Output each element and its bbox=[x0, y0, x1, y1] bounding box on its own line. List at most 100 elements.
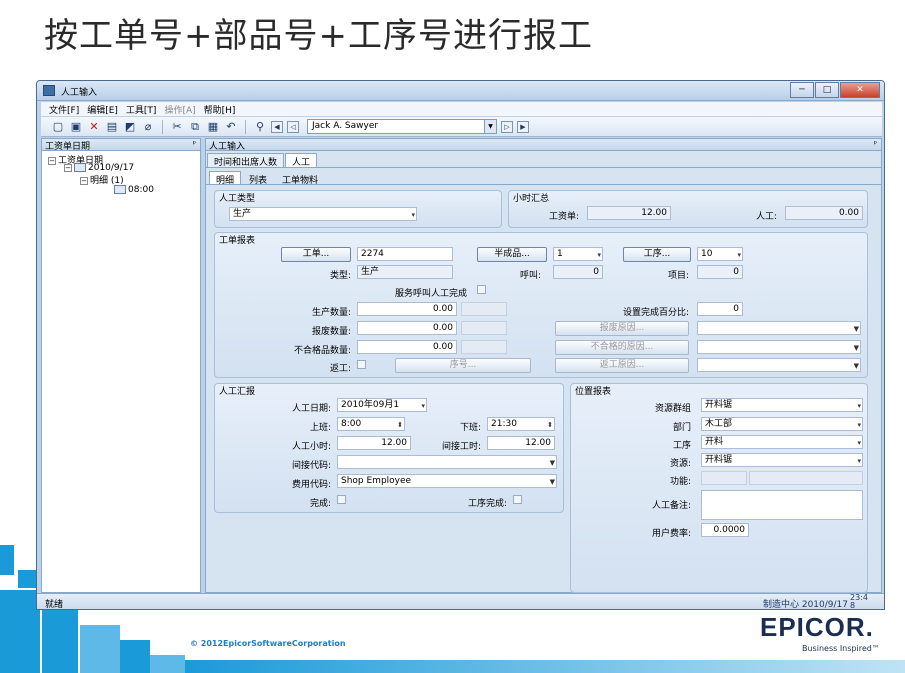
cut-icon[interactable]: ✂ bbox=[170, 120, 184, 134]
employee-combo[interactable]: Jack A. Sawyer ▼ bbox=[307, 119, 497, 134]
burden-hours-input[interactable]: 12.00 bbox=[487, 436, 555, 450]
department-label: 部门 bbox=[672, 423, 691, 433]
last-record-icon[interactable]: ▶ bbox=[517, 120, 529, 133]
save-icon[interactable]: ▣ bbox=[69, 120, 83, 134]
nonconformance-reason-select[interactable]: ▼ bbox=[697, 340, 861, 354]
copy-icon[interactable]: ⧉ bbox=[188, 120, 202, 134]
chevron-down-icon[interactable]: ▼ bbox=[854, 342, 859, 353]
tab-job-materials[interactable]: 工单物料 bbox=[275, 171, 325, 186]
job-report-group: 工单报表 工单... 2274 半成品... 1 ▾ 工序... 10 ▾ 类型: … bbox=[214, 232, 868, 378]
collapse-icon[interactable]: − bbox=[80, 176, 88, 185]
rework-checkbox[interactable] bbox=[357, 360, 366, 369]
menu-edit[interactable]: 编辑[E] bbox=[87, 103, 118, 116]
resource-select[interactable]: 开料锯 ▾ bbox=[701, 453, 863, 467]
search-icon[interactable]: ⚲ bbox=[253, 120, 267, 134]
chevron-down-icon[interactable]: ▼ bbox=[854, 360, 859, 371]
assembly-button[interactable]: 半成品... bbox=[477, 247, 547, 262]
hours-summary-group: 小时汇总 工资单: 12.00 人工: 0.00 bbox=[508, 190, 868, 228]
chevron-down-icon[interactable]: ▾ bbox=[857, 419, 861, 430]
chevron-down-icon[interactable]: ▾ bbox=[737, 249, 741, 260]
print-icon[interactable]: ▤ bbox=[105, 120, 119, 134]
spinner-icon[interactable]: ⬍ bbox=[397, 419, 403, 430]
nonconformance-reason-button[interactable]: 不合格的原因... bbox=[555, 340, 689, 355]
title-bar: 人工输入 ─ □ ✕ bbox=[37, 81, 884, 101]
calendar-icon bbox=[74, 163, 86, 172]
rework-reason-button[interactable]: 返工原因... bbox=[555, 358, 689, 373]
operation-select[interactable]: 10 ▾ bbox=[697, 247, 743, 261]
clear-icon[interactable]: ⌀ bbox=[141, 120, 155, 134]
collapse-icon[interactable]: − bbox=[48, 156, 56, 165]
spinner-icon[interactable]: ⬍ bbox=[547, 419, 553, 430]
job-number-input[interactable]: 2274 bbox=[357, 247, 453, 261]
next-record-icon[interactable]: ▷ bbox=[501, 120, 513, 133]
collapse-icon[interactable]: − bbox=[64, 163, 72, 172]
tab-time-attendance[interactable]: 时间和出席人数 bbox=[207, 153, 285, 168]
toolbar: ▢ ▣ ✕ ▤ ◩ ⌀ ✂ ⧉ ▦ ↶ ⚲ ◀ ◁ Jack A. Sawyer… bbox=[41, 117, 882, 137]
menu-file[interactable]: 文件[F] bbox=[49, 103, 79, 116]
scrap-reason-button[interactable]: 报废原因... bbox=[555, 321, 689, 336]
delete-icon[interactable]: ✕ bbox=[87, 120, 101, 134]
nonconformance-qty-input[interactable]: 0.00 bbox=[357, 340, 457, 354]
department-select[interactable]: 木工部 ▾ bbox=[701, 417, 863, 431]
chevron-down-icon[interactable]: ▾ bbox=[857, 437, 861, 448]
chevron-down-icon[interactable]: ▾ bbox=[597, 249, 601, 260]
operation-button[interactable]: 工序... bbox=[623, 247, 691, 262]
undo-icon[interactable]: ↶ bbox=[224, 120, 238, 134]
minimize-button[interactable]: ─ bbox=[790, 82, 814, 98]
clock-in-input[interactable]: 8:00 ⬍ bbox=[337, 417, 405, 431]
tree-date-node[interactable]: −2010/9/17 bbox=[64, 163, 134, 173]
chevron-down-icon[interactable]: ▼ bbox=[854, 323, 859, 334]
menu-tools[interactable]: 工具[T] bbox=[126, 103, 157, 116]
type-label: 类型: bbox=[329, 271, 351, 281]
status-bar: 就绪 制造中心 2010/9/17 23:4 8 bbox=[37, 593, 884, 610]
tab-list[interactable]: 列表 bbox=[242, 171, 274, 186]
op-complete-checkbox[interactable] bbox=[513, 495, 522, 504]
labor-date-picker[interactable]: 2010年09月1 ▾ bbox=[337, 398, 427, 412]
job-button[interactable]: 工单... bbox=[281, 247, 351, 262]
chevron-down-icon[interactable]: ▾ bbox=[857, 400, 861, 411]
paste-icon[interactable]: ▦ bbox=[206, 120, 220, 134]
chevron-down-icon[interactable]: ▼ bbox=[550, 476, 555, 487]
chevron-down-icon[interactable]: ▾ bbox=[411, 209, 415, 220]
complete-checkbox[interactable] bbox=[337, 495, 346, 504]
clock-out-input[interactable]: 21:30 ⬍ bbox=[487, 417, 555, 431]
refresh-icon[interactable]: ◩ bbox=[123, 120, 137, 134]
labor-type-title: 人工类型 bbox=[219, 194, 256, 204]
expense-code-select[interactable]: Shop Employee ▼ bbox=[337, 474, 557, 488]
scrap-qty-label: 报废数量: bbox=[311, 327, 351, 337]
chevron-down-icon[interactable]: ▼ bbox=[484, 120, 496, 133]
labor-rate-label: 用户费率: bbox=[651, 529, 691, 539]
menu-actions[interactable]: 操作[A] bbox=[164, 103, 195, 116]
resource-group-select[interactable]: 开料锯 ▾ bbox=[701, 398, 863, 412]
maximize-button[interactable]: □ bbox=[815, 82, 839, 98]
indirect-code-select[interactable]: ▼ bbox=[337, 455, 557, 469]
status-context: 制造中心 2010/9/17 bbox=[762, 600, 848, 610]
prev-record-icon[interactable]: ◁ bbox=[287, 120, 299, 133]
first-record-icon[interactable]: ◀ bbox=[271, 120, 283, 133]
payroll-label: 工资单: bbox=[548, 212, 579, 222]
chevron-down-icon[interactable]: ▾ bbox=[857, 455, 861, 466]
tree-time-node[interactable]: 08:00 bbox=[114, 185, 154, 195]
chevron-down-icon[interactable]: ▼ bbox=[550, 457, 555, 468]
rework-reason-select[interactable]: ▼ bbox=[697, 358, 861, 372]
scrap-qty-input[interactable]: 0.00 bbox=[357, 321, 457, 335]
service-call-checkbox[interactable] bbox=[477, 285, 486, 294]
close-button[interactable]: ✕ bbox=[840, 82, 880, 98]
pin-icon[interactable]: ᵖ bbox=[874, 139, 877, 148]
serial-number-button[interactable]: 序号... bbox=[395, 358, 531, 373]
chevron-down-icon[interactable]: ▾ bbox=[421, 400, 425, 411]
labor-rate-input[interactable]: 0.0000 bbox=[701, 523, 749, 537]
menu-help[interactable]: 帮助[H] bbox=[204, 103, 236, 116]
labor-type-select[interactable]: 生产 ▾ bbox=[229, 207, 417, 221]
tab-detail[interactable]: 明细 bbox=[209, 171, 242, 186]
produced-qty-input[interactable]: 0.00 bbox=[357, 302, 457, 316]
assembly-select[interactable]: 1 ▾ bbox=[553, 247, 603, 261]
scrap-reason-select[interactable]: ▼ bbox=[697, 321, 861, 335]
pin-icon[interactable]: ᵖ bbox=[193, 139, 196, 148]
labor-hours-input[interactable]: 12.00 bbox=[337, 436, 411, 450]
labor-note-input[interactable] bbox=[701, 490, 863, 520]
new-icon[interactable]: ▢ bbox=[51, 120, 65, 134]
operation-code-select[interactable]: 开料 ▾ bbox=[701, 435, 863, 449]
tab-labor[interactable]: 人工 bbox=[285, 153, 318, 168]
percent-complete-input[interactable]: 0 bbox=[697, 302, 743, 316]
